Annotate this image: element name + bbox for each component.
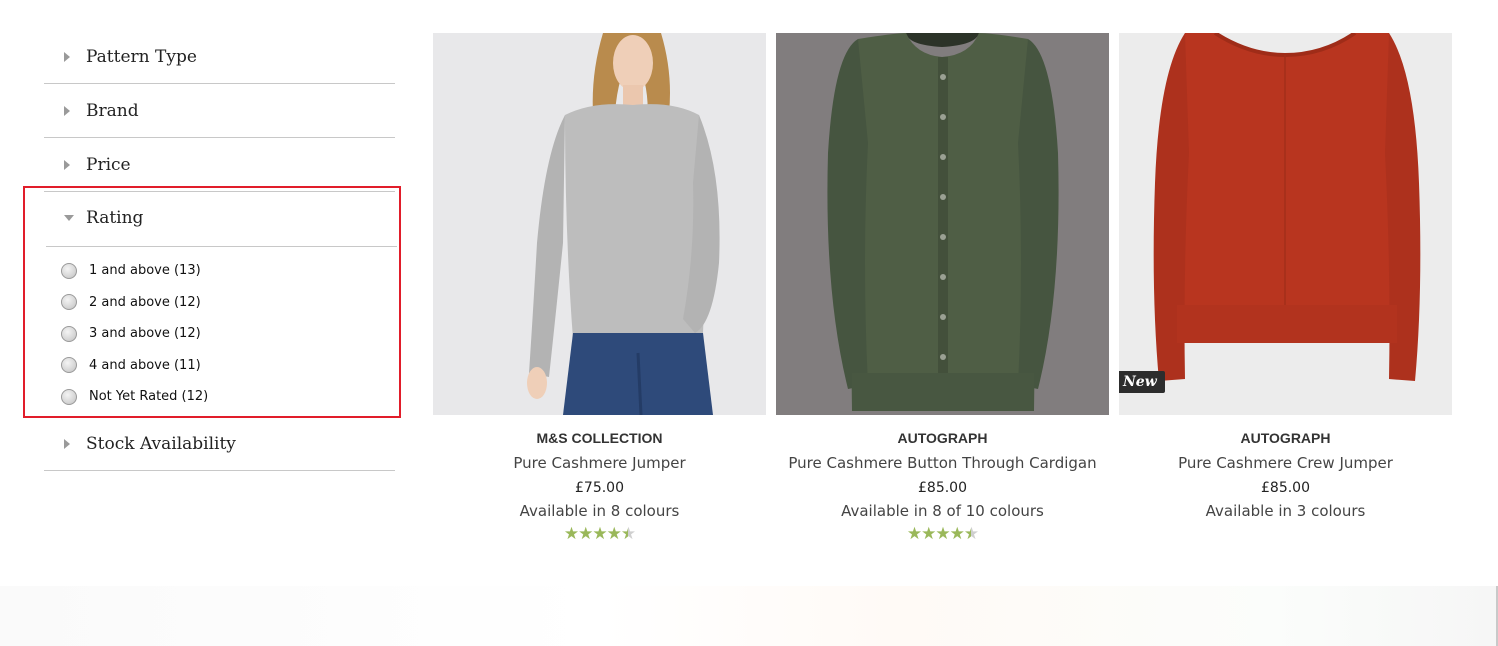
- rating-option-not-rated[interactable]: Not Yet Rated (12): [61, 381, 208, 413]
- facet-rating[interactable]: Rating: [46, 190, 397, 247]
- radio-button[interactable]: [61, 388, 77, 405]
- product-card[interactable]: AUTOGRAPH Pure Cashmere Button Through C…: [776, 33, 1109, 544]
- product-card[interactable]: M&S COLLECTION Pure Cashmere Jumper £75.…: [433, 33, 766, 544]
- rating-option-label: Not Yet Rated (12): [89, 389, 209, 405]
- rating-option-label: 4 and above (11): [89, 357, 201, 373]
- product-image[interactable]: New: [1119, 33, 1452, 415]
- star-full-icon: ★: [949, 524, 965, 544]
- star-half-icon: ★: [620, 524, 636, 544]
- new-badge: New: [1119, 371, 1165, 393]
- rating-option-label: 3 and above (12): [89, 326, 201, 342]
- product-brand: AUTOGRAPH: [897, 430, 988, 446]
- star-half-icon: ★: [963, 524, 979, 544]
- star-full-icon: ★: [592, 524, 607, 544]
- product-brand: AUTOGRAPH: [1240, 430, 1331, 446]
- rating-facet-highlight: Rating 1 and above (13) 2 and above (12)…: [23, 186, 401, 418]
- product-name[interactable]: Pure Cashmere Crew Jumper: [1119, 453, 1452, 474]
- rating-options: 1 and above (13) 2 and above (12) 3 and …: [61, 255, 208, 413]
- product-price: £85.00: [918, 480, 967, 496]
- chevron-down-icon: [64, 215, 74, 221]
- product-image[interactable]: [433, 33, 766, 415]
- star-full-icon: ★: [563, 524, 579, 544]
- rating-option-4[interactable]: 4 and above (11): [61, 350, 208, 382]
- chevron-right-icon: [64, 438, 74, 449]
- star-full-icon: ★: [906, 524, 922, 544]
- rating-option-3[interactable]: 3 and above (12): [61, 318, 208, 350]
- facet-price[interactable]: Price: [44, 138, 395, 192]
- chevron-right-icon: [64, 159, 74, 170]
- product-colours: Available in 8 colours: [519, 502, 680, 520]
- radio-button[interactable]: [61, 357, 77, 374]
- product-card[interactable]: New AUTOGRAPH Pure Cashmere Crew Jumper …: [1119, 33, 1452, 520]
- radio-button[interactable]: [61, 325, 77, 342]
- product-price: £75.00: [575, 480, 624, 496]
- facet-pattern-type[interactable]: Pattern Type: [44, 30, 395, 84]
- facet-brand[interactable]: Brand: [44, 84, 395, 138]
- star-full-icon: ★: [935, 524, 950, 544]
- chevron-right-icon: [64, 51, 74, 62]
- rating-option-label: 1 and above (13): [89, 263, 201, 279]
- product-colours: Available in 8 of 10 colours: [841, 502, 1044, 520]
- star-rating: ★★★★★: [433, 524, 766, 544]
- product-price: £85.00: [1261, 480, 1310, 496]
- product-name[interactable]: Pure Cashmere Button Through Cardigan: [776, 453, 1109, 474]
- star-full-icon: ★: [606, 524, 622, 544]
- facet-label: Price: [86, 154, 131, 175]
- product-image[interactable]: [776, 33, 1109, 415]
- star-full-icon: ★: [921, 524, 936, 544]
- footer-banner: [0, 586, 1498, 646]
- chevron-right-icon: [64, 105, 74, 116]
- radio-button[interactable]: [61, 262, 77, 279]
- facet-label: Stock Availability: [86, 433, 236, 454]
- product-name[interactable]: Pure Cashmere Jumper: [433, 453, 766, 474]
- radio-button[interactable]: [61, 294, 77, 311]
- facet-label: Rating: [86, 208, 144, 228]
- product-colours: Available in 3 colours: [1205, 502, 1366, 520]
- rating-option-2[interactable]: 2 and above (12): [61, 287, 208, 319]
- facet-label: Brand: [86, 100, 139, 121]
- star-rating: ★★★★★: [776, 524, 1109, 544]
- filter-sidebar: Pattern Type Brand Price: [44, 30, 395, 192]
- rating-option-label: 2 and above (12): [89, 294, 201, 310]
- facet-stock-wrapper: Stock Availability: [44, 417, 395, 471]
- facet-label: Pattern Type: [86, 46, 197, 67]
- rating-option-1[interactable]: 1 and above (13): [61, 255, 208, 287]
- facet-stock-availability[interactable]: Stock Availability: [44, 417, 395, 471]
- star-full-icon: ★: [578, 524, 593, 544]
- product-brand: M&S COLLECTION: [536, 430, 663, 446]
